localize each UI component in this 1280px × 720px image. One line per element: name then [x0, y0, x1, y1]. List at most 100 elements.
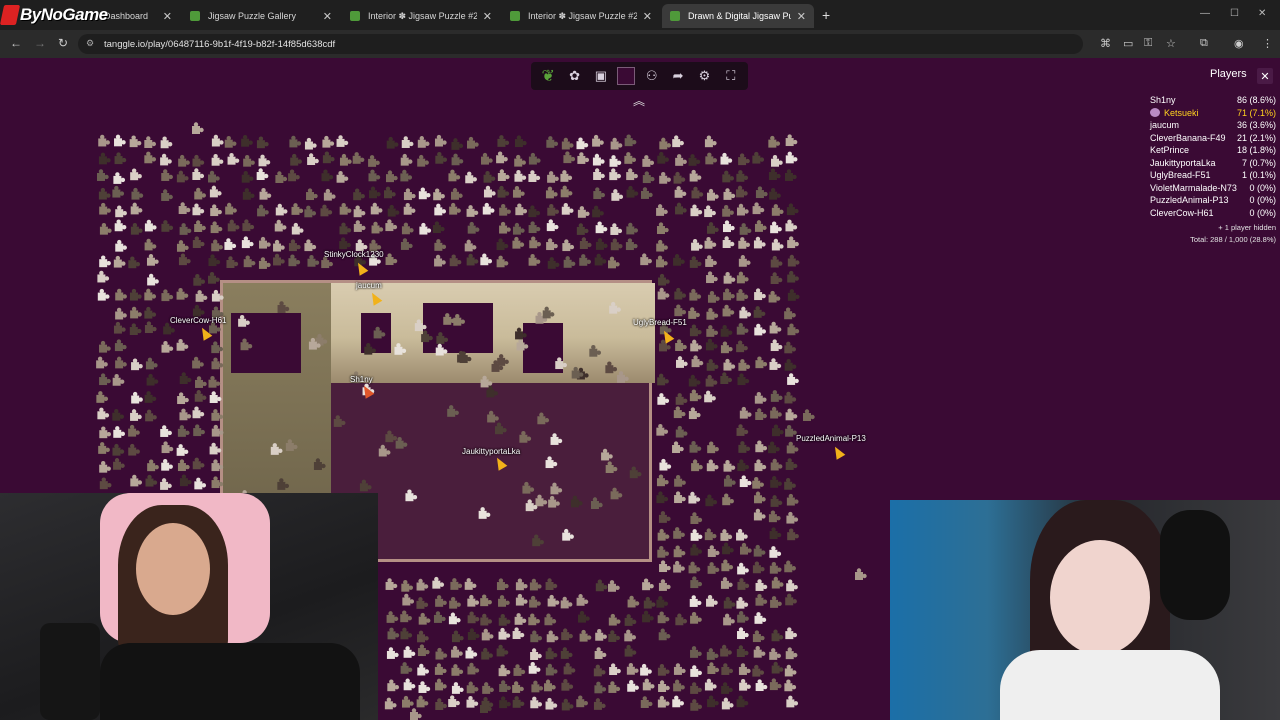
translate-icon[interactable]: ⌘ — [1100, 37, 1111, 50]
back-icon[interactable]: ← — [10, 36, 22, 50]
cursor-label: Sh1ny — [350, 375, 373, 384]
settings-icon[interactable]: ⚙ — [694, 66, 714, 86]
tab-title: Dashboard — [104, 11, 149, 21]
players-title: Players — [1210, 68, 1247, 80]
profile-avatar-icon[interactable]: ◉ — [1234, 37, 1244, 50]
player-name: Ketsueki — [1164, 107, 1199, 118]
tab-title: Interior ✽ Jigsaw Puzzle #2,27 — [368, 10, 477, 21]
player-row: CleverBanana-F49 21 (2.1%) — [1150, 132, 1276, 145]
cast-icon[interactable]: ▭ — [1123, 37, 1133, 50]
player-row: UglyBread-F51 1 (0.1%) — [1150, 169, 1276, 182]
player-score: 0 (0%) — [1249, 207, 1276, 218]
reload-icon[interactable]: ↻ — [58, 36, 68, 50]
collapse-toolbar-icon[interactable]: ︽ — [633, 92, 645, 109]
url-bar[interactable]: tanggle.io/play/06487116-9b1f-4f19-b82f-… — [78, 34, 1083, 54]
screen: ByNoGame Dashboard ✕ Jigsaw Puzzle Galle… — [0, 0, 1280, 720]
leaf-icon[interactable]: ❦ — [538, 66, 558, 86]
microphone — [40, 623, 100, 720]
player-row: jaucum 36 (3.6%) — [1150, 119, 1276, 132]
minimize-icon[interactable]: — — [1200, 8, 1210, 19]
puzzle-piece-icon[interactable]: ✿ — [565, 66, 585, 86]
close-icon[interactable]: ✕ — [163, 10, 172, 23]
cursor-label: StinkyClock1230 — [324, 250, 384, 259]
player-score: 18 (1.8%) — [1236, 145, 1276, 155]
tab-drawn-digital-puzzle[interactable]: Drawn & Digital Jigsaw Puz ✕ — [662, 4, 814, 28]
tab-interior-puzzle-1[interactable]: Interior ✽ Jigsaw Puzzle #2,27 ✕ — [342, 4, 500, 28]
board-gap — [423, 303, 493, 353]
close-icon[interactable]: ✕ — [643, 10, 652, 23]
total-progress: Total: 288 / 1,000 (28.8%) — [1190, 235, 1276, 244]
streamer-face — [136, 523, 210, 615]
webcam-left — [0, 493, 378, 720]
player-score: 71 (7.1%) — [1236, 107, 1276, 118]
tab-title: Drawn & Digital Jigsaw Puz — [688, 11, 791, 21]
cursor-label: CleverCow-H61 — [170, 316, 227, 325]
avatar-icon — [1150, 108, 1160, 118]
player-name: KetPrince — [1150, 145, 1190, 155]
new-tab-icon[interactable]: + — [822, 7, 830, 23]
player-row: JaukittyportaLka 7 (0.7%) — [1150, 157, 1276, 170]
player-name: PuzzledAnimal-P13 — [1150, 195, 1229, 205]
cursor-label: PuzzledAnimal-P13 — [796, 434, 866, 443]
player-name: VioletMarmalade-N73 — [1150, 182, 1237, 193]
window-close-icon[interactable]: ✕ — [1258, 8, 1266, 19]
webcam-right — [890, 500, 1280, 720]
url-text: tanggle.io/play/06487116-9b1f-4f19-b82f-… — [104, 38, 336, 50]
player-score: 21 (2.1%) — [1236, 132, 1276, 143]
board-gap — [231, 313, 301, 373]
player-name: jaucum — [1150, 120, 1180, 130]
puzzle-favicon-icon — [510, 11, 520, 21]
player-name: JaukittyportaLka — [1150, 157, 1216, 168]
menu-kebab-icon[interactable]: ⋮ — [1262, 37, 1273, 50]
channel-logo: ByNoGame — [0, 0, 108, 30]
streamer-body — [100, 643, 360, 720]
puzzle-favicon-icon — [350, 11, 360, 21]
cursor-label: jaucum — [356, 281, 382, 290]
close-icon[interactable]: ✕ — [1257, 68, 1273, 84]
board-gap — [523, 323, 563, 373]
extensions-icon[interactable]: ⧉ — [1200, 37, 1208, 50]
streamer-face — [1050, 540, 1150, 655]
board-gap — [361, 313, 391, 353]
tab-title: Interior ✽ Jigsaw Puzzle #2,29 — [528, 10, 637, 21]
fullscreen-icon[interactable]: ⛶ — [721, 66, 741, 86]
tab-dashboard[interactable]: Dashboard ✕ — [96, 4, 180, 28]
player-name: CleverBanana-F49 — [1150, 132, 1226, 143]
puzzle-favicon-icon — [190, 11, 200, 21]
close-icon[interactable]: ✕ — [323, 10, 332, 23]
forward-icon[interactable]: → — [34, 36, 46, 50]
image-icon[interactable]: ▣ — [591, 66, 611, 86]
color-swatch[interactable] — [617, 67, 636, 85]
share-icon[interactable]: ➦ — [668, 66, 688, 86]
cursor-label: UglyBread-F51 — [633, 318, 687, 327]
player-row: PuzzledAnimal-P13 0 (0%) — [1150, 194, 1276, 207]
streamer-shirt — [1000, 650, 1220, 720]
logo-mark-icon — [0, 5, 21, 25]
hidden-players-note[interactable]: + 1 player hidden — [1150, 223, 1276, 232]
password-key-icon[interactable]: ⚿ — [1144, 37, 1152, 50]
maximize-icon[interactable]: ☐ — [1230, 8, 1239, 19]
player-row-current-user: Ketsueki 71 (7.1%) — [1150, 107, 1276, 120]
close-icon[interactable]: ✕ — [797, 10, 806, 23]
close-icon[interactable]: ✕ — [483, 10, 492, 23]
player-score: 36 (3.6%) — [1236, 120, 1276, 130]
tab-title: Jigsaw Puzzle Gallery — [208, 11, 297, 21]
players-list: Sh1ny 86 (8.6%) Ketsueki 71 (7.1%) jaucum 3… — [1150, 94, 1276, 244]
people-icon[interactable]: ⚇ — [642, 66, 662, 86]
site-info-icon[interactable]: ⚙ — [86, 38, 94, 49]
player-row: Sh1ny 86 (8.6%) — [1150, 94, 1276, 107]
player-score: 0 (0%) — [1249, 195, 1276, 205]
tab-jigsaw-gallery[interactable]: Jigsaw Puzzle Gallery ✕ — [182, 4, 340, 28]
player-name: UglyBread-F51 — [1150, 170, 1211, 180]
cursor-label: JaukittyportaLka — [462, 447, 521, 456]
puzzle-favicon-icon — [670, 11, 680, 21]
bookmark-star-icon[interactable]: ☆ — [1166, 37, 1176, 50]
player-score: 1 (0.1%) — [1241, 170, 1276, 180]
tab-interior-puzzle-2[interactable]: Interior ✽ Jigsaw Puzzle #2,29 ✕ — [502, 4, 660, 28]
player-row: KetPrince 18 (1.8%) — [1150, 144, 1276, 157]
player-name: CleverCow-H61 — [1150, 207, 1214, 218]
player-score: 0 (0%) — [1249, 182, 1276, 193]
headphones — [1160, 510, 1230, 620]
player-score: 86 (8.6%) — [1236, 95, 1276, 105]
game-toolbar: ❦ ✿ ▣ ⚇ ➦ ⚙ ⛶ — [531, 62, 748, 90]
